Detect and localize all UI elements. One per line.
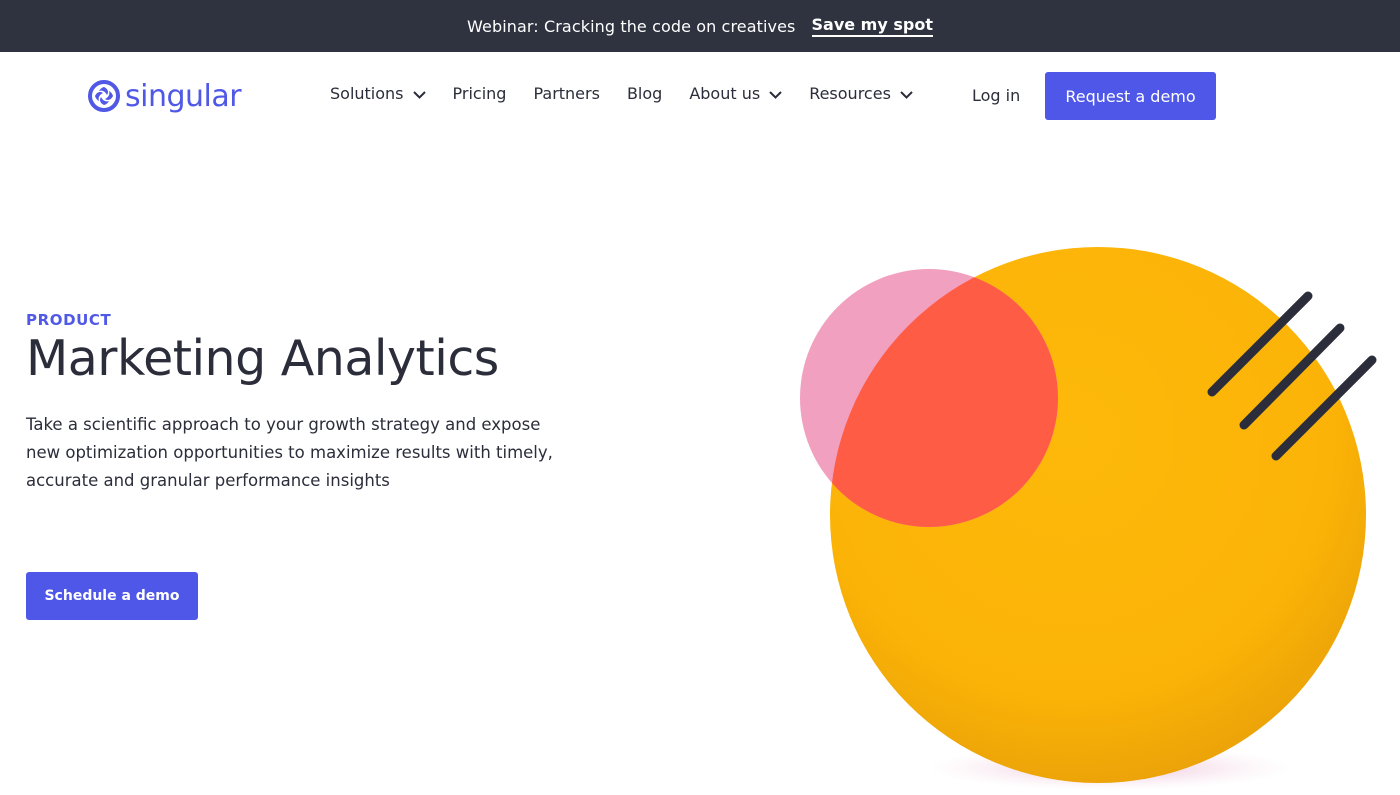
nav-item-about-us[interactable]: About us xyxy=(689,84,782,103)
login-link[interactable]: Log in xyxy=(972,86,1020,105)
nav-item-blog[interactable]: Blog xyxy=(627,84,662,103)
logo-wordmark: singular xyxy=(125,78,242,114)
nav-item-label: Resources xyxy=(809,84,891,103)
nav-item-label: About us xyxy=(689,84,761,103)
nav-item-label: Solutions xyxy=(330,84,404,103)
schedule-demo-button[interactable]: Schedule a demo xyxy=(26,572,198,620)
announcement-message: Webinar: Cracking the code on creatives xyxy=(467,16,796,36)
hero-eyebrow: PRODUCT xyxy=(26,311,112,329)
page-title: Marketing Analytics xyxy=(26,330,499,387)
announcement-bar: Webinar: Cracking the code on creatives … xyxy=(0,0,1400,52)
nav-item-label: Partners xyxy=(533,84,600,103)
nav-item-solutions[interactable]: Solutions xyxy=(330,84,426,103)
chevron-down-icon xyxy=(769,84,782,103)
chevron-down-icon xyxy=(412,84,426,103)
save-my-spot-link[interactable]: Save my spot xyxy=(811,15,933,37)
nav-item-pricing[interactable]: Pricing xyxy=(453,84,507,103)
chevron-down-icon xyxy=(900,84,913,103)
hero-illustration xyxy=(800,247,1377,790)
request-demo-button[interactable]: Request a demo xyxy=(1045,72,1216,120)
hero-description: Take a scientific approach to your growt… xyxy=(26,415,553,490)
main-nav: Solutions Pricing Partners Blog About us… xyxy=(330,84,940,103)
singular-logo-icon xyxy=(88,80,120,112)
site-header: singular Solutions Pricing Partners Blog… xyxy=(0,52,1400,140)
nav-item-resources[interactable]: Resources xyxy=(809,84,913,103)
nav-item-label: Pricing xyxy=(452,84,507,103)
singular-logo[interactable]: singular xyxy=(87,76,242,116)
nav-item-label: Blog xyxy=(626,84,663,103)
nav-item-partners[interactable]: Partners xyxy=(533,84,599,103)
